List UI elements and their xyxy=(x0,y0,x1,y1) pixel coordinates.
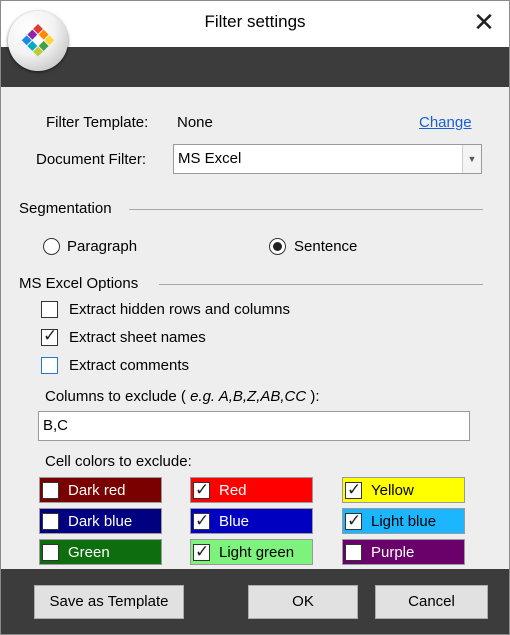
columns-exclude-input[interactable]: B,C xyxy=(38,411,470,441)
color-swatch-light-green[interactable]: ✓ Light green xyxy=(190,539,313,565)
title-bar: Filter settings ✕ xyxy=(1,1,509,47)
columns-exclude-label: Columns to exclude ( e.g. A,B,Z,AB,CC ): xyxy=(45,388,320,405)
chevron-down-icon[interactable]: ▼ xyxy=(462,145,481,173)
group-divider xyxy=(159,284,483,285)
filter-template-label: Filter Template: xyxy=(46,114,149,131)
excel-options-group-label: MS Excel Options xyxy=(19,275,139,292)
extract-sheet-names-label: Extract sheet names xyxy=(69,329,206,346)
color-label: Green xyxy=(68,544,110,561)
extract-comments-checkbox[interactable] xyxy=(41,357,58,374)
color-label: Red xyxy=(219,482,247,499)
color-checkbox[interactable]: ✓ xyxy=(193,480,210,499)
sentence-radio[interactable] xyxy=(269,238,286,255)
checkmark-icon: ✓ xyxy=(347,480,362,499)
color-checkbox[interactable]: ✓ xyxy=(193,542,210,561)
color-label: Purple xyxy=(371,544,415,561)
color-checkbox[interactable] xyxy=(42,544,59,561)
window-title: Filter settings xyxy=(204,12,306,31)
filter-template-value: None xyxy=(177,114,213,131)
checkmark-icon: ✓ xyxy=(195,511,210,530)
color-checkbox[interactable] xyxy=(42,513,59,530)
checkmark-icon: ✓ xyxy=(43,326,58,345)
document-filter-value: MS Excel xyxy=(178,150,242,167)
color-label: Dark red xyxy=(68,482,126,499)
ok-button[interactable]: OK xyxy=(248,585,358,619)
color-swatch-dark-blue[interactable]: Dark blue xyxy=(39,508,162,534)
color-checkbox[interactable]: ✓ xyxy=(345,511,362,530)
settings-panel: Filter Template: None Change Document Fi… xyxy=(1,87,509,569)
color-label: Yellow xyxy=(371,482,414,499)
extract-comments-label: Extract comments xyxy=(69,357,190,374)
document-filter-label: Document Filter: xyxy=(36,151,147,168)
app-logo-icon xyxy=(8,11,68,71)
button-bar: Save as Template OK Cancel xyxy=(1,569,509,634)
header-band xyxy=(1,47,509,87)
paragraph-radio-label: Paragraph xyxy=(67,238,138,255)
color-swatch-light-blue[interactable]: ✓ Light blue xyxy=(342,508,465,534)
color-checkbox[interactable]: ✓ xyxy=(193,511,210,530)
paragraph-radio[interactable] xyxy=(43,238,60,255)
close-icon[interactable]: ✕ xyxy=(469,7,499,37)
color-checkbox[interactable] xyxy=(345,544,362,561)
color-label: Dark blue xyxy=(68,513,133,530)
segmentation-group-label: Segmentation xyxy=(19,200,112,217)
color-checkbox[interactable] xyxy=(42,482,59,499)
sentence-radio-label: Sentence xyxy=(294,238,358,255)
color-label: Light green xyxy=(219,544,295,561)
checkmark-icon: ✓ xyxy=(347,511,362,530)
group-divider xyxy=(129,209,483,210)
color-checkbox[interactable]: ✓ xyxy=(345,480,362,499)
cancel-button[interactable]: Cancel xyxy=(375,585,488,619)
color-label: Blue xyxy=(219,513,250,530)
save-as-template-button[interactable]: Save as Template xyxy=(34,585,184,619)
cell-colors-label: Cell colors to exclude: xyxy=(45,453,192,470)
color-swatch-purple[interactable]: Purple xyxy=(342,539,465,565)
extract-sheet-names-checkbox[interactable]: ✓ xyxy=(41,326,58,346)
color-swatch-blue[interactable]: ✓ Blue xyxy=(190,508,313,534)
checkmark-icon: ✓ xyxy=(195,542,210,561)
color-swatch-dark-red[interactable]: Dark red xyxy=(39,477,162,503)
extract-hidden-label: Extract hidden rows and columns xyxy=(69,301,290,318)
document-filter-select[interactable]: MS Excel ▼ xyxy=(173,144,482,174)
color-swatch-yellow[interactable]: ✓ Yellow xyxy=(342,477,465,503)
filter-settings-dialog: Filter settings ✕ Filter Template: None … xyxy=(0,0,510,635)
color-swatch-green[interactable]: Green xyxy=(39,539,162,565)
checkmark-icon: ✓ xyxy=(195,480,210,499)
change-template-link[interactable]: Change xyxy=(419,114,472,131)
extract-hidden-checkbox[interactable] xyxy=(41,301,58,318)
color-label: Light blue xyxy=(371,513,437,530)
color-swatch-red[interactable]: ✓ Red xyxy=(190,477,313,503)
